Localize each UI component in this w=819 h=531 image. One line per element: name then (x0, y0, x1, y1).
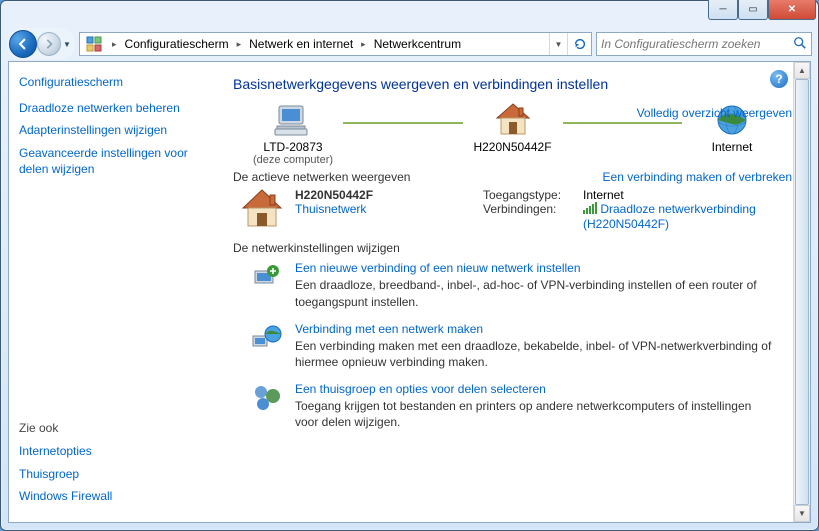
map-node-label: H220N50442F (453, 140, 573, 154)
map-node-label: Internet (672, 140, 792, 154)
nav-row: ▼ ▸ Configuratiescherm ▸ Netwerk en inte… (1, 29, 818, 61)
house-icon (493, 102, 533, 138)
control-panel-icon (84, 34, 104, 54)
refresh-button[interactable] (567, 33, 591, 55)
breadcrumb-item[interactable]: Netwerk en internet (245, 33, 357, 55)
sidebar-link[interactable]: Geavanceerde instellingen voor delen wij… (19, 145, 209, 177)
signal-icon (583, 202, 597, 217)
active-network-details: Toegangstype: Internet Verbindingen: Dra… (483, 188, 792, 231)
settings-item: Een nieuwe verbinding of een nieuw netwe… (251, 261, 792, 309)
settings-item-desc: Een draadloze, breedband-, inbel-, ad-ho… (295, 277, 792, 309)
active-network-name: H220N50442F (295, 188, 455, 202)
connection-link[interactable]: Draadloze netwerkverbinding (H220N50442F… (583, 202, 756, 231)
sidebar-home-link[interactable]: Configuratiescherm (19, 74, 209, 90)
breadcrumb-sep[interactable]: ▸ (108, 33, 121, 55)
sidebar-link[interactable]: Adapterinstellingen wijzigen (19, 122, 209, 138)
refresh-icon (573, 37, 587, 51)
active-networks-label: De actieve netwerken weergeven (233, 170, 410, 184)
sidebar-see-also-link[interactable]: Windows Firewall (19, 488, 209, 504)
address-dropdown[interactable]: ▼ (549, 33, 567, 55)
window-buttons: ─ ▭ ✕ (708, 0, 816, 20)
sidebar-see-also-link[interactable]: Internetopties (19, 443, 209, 459)
close-button[interactable]: ✕ (768, 0, 816, 20)
new-connection-icon (251, 261, 283, 293)
breadcrumb-sep[interactable]: ▸ (233, 33, 246, 55)
scroll-up-button[interactable]: ▲ (794, 62, 810, 79)
settings-item-desc: Toegang krijgen tot bestanden en printer… (295, 398, 792, 430)
search-box[interactable] (596, 32, 812, 56)
forward-button[interactable] (37, 32, 61, 56)
scroll-down-button[interactable]: ▼ (794, 505, 810, 522)
sidebar-see-also-link[interactable]: Thuisgroep (19, 466, 209, 482)
search-input[interactable] (601, 37, 793, 51)
settings-item-link[interactable]: Een thuisgroep en opties voor delen sele… (295, 382, 546, 396)
page-title: Basisnetwerkgegevens weergeven en verbin… (233, 76, 792, 92)
network-map: Volledig overzicht weergeven LTD-20873 (… (233, 102, 792, 166)
main-pane: ? Basisnetwerkgegevens weergeven en verb… (219, 62, 810, 522)
full-map-link[interactable]: Volledig overzicht weergeven (637, 106, 792, 120)
connections-label: Verbindingen: (483, 202, 575, 231)
settings-item: Een thuisgroep en opties voor delen sele… (251, 382, 792, 430)
active-networks-header: De actieve netwerken weergeven Een verbi… (233, 170, 792, 184)
map-node-router: H220N50442F (453, 102, 573, 154)
window: ─ ▭ ✕ ▼ ▸ Configuratiescherm ▸ Netwerk e… (0, 0, 819, 531)
maximize-button[interactable]: ▭ (738, 0, 768, 20)
sidebar-link[interactable]: Draadloze netwerken beheren (19, 100, 209, 116)
minimize-button[interactable]: ─ (708, 0, 738, 20)
connect-disconnect-link[interactable]: Een verbinding maken of verbreken (603, 170, 792, 184)
arrow-left-icon (17, 38, 29, 50)
settings-item-link[interactable]: Verbinding met een netwerk maken (295, 322, 483, 336)
settings-item: Verbinding met een netwerk maken Een ver… (251, 322, 792, 370)
see-also-label: Zie ook (19, 421, 209, 435)
titlebar: ─ ▭ ✕ (1, 1, 818, 29)
settings-item-desc: Een verbinding maken met een draadloze, … (295, 338, 792, 370)
map-link-line (563, 122, 683, 124)
arrow-right-icon (44, 39, 54, 49)
settings-header: De netwerkinstellingen wijzigen (233, 241, 792, 255)
map-node-sublabel: (deze computer) (233, 154, 353, 166)
breadcrumb: Configuratiescherm ▸ Netwerk en internet… (121, 33, 466, 55)
breadcrumb-item[interactable]: Configuratiescherm (121, 33, 233, 55)
scroll-thumb[interactable] (795, 79, 809, 505)
connect-network-icon (251, 322, 283, 354)
map-link-line (343, 122, 463, 124)
nav-history-dropdown[interactable]: ▼ (61, 32, 73, 56)
map-node-label: LTD-20873 (233, 140, 353, 154)
nav-buttons: ▼ (7, 28, 75, 60)
help-icon: ? (775, 72, 782, 86)
map-node-computer: LTD-20873 (deze computer) (233, 102, 353, 166)
search-icon[interactable] (793, 36, 807, 53)
house-icon (239, 188, 285, 230)
back-button[interactable] (9, 30, 37, 58)
active-network-name-col: H220N50442F Thuisnetwerk (295, 188, 455, 231)
breadcrumb-item[interactable]: Netwerkcentrum (370, 33, 465, 55)
settings-item-link[interactable]: Een nieuwe verbinding of een nieuw netwe… (295, 261, 581, 275)
network-type-link[interactable]: Thuisnetwerk (295, 202, 366, 216)
vertical-scrollbar[interactable]: ▲ ▼ (793, 62, 810, 522)
sidebar: Configuratiescherm Draadloze netwerken b… (9, 62, 219, 522)
access-type-label: Toegangstype: (483, 188, 575, 202)
help-button[interactable]: ? (770, 70, 788, 88)
access-type-value: Internet (583, 188, 624, 202)
computer-icon (273, 102, 313, 138)
content-pane: Configuratiescherm Draadloze netwerken b… (8, 61, 811, 523)
active-network-block: H220N50442F Thuisnetwerk Toegangstype: I… (239, 188, 792, 231)
homegroup-icon (251, 382, 283, 414)
breadcrumb-sep[interactable]: ▸ (357, 33, 370, 55)
address-bar[interactable]: ▸ Configuratiescherm ▸ Netwerk en intern… (79, 32, 592, 56)
